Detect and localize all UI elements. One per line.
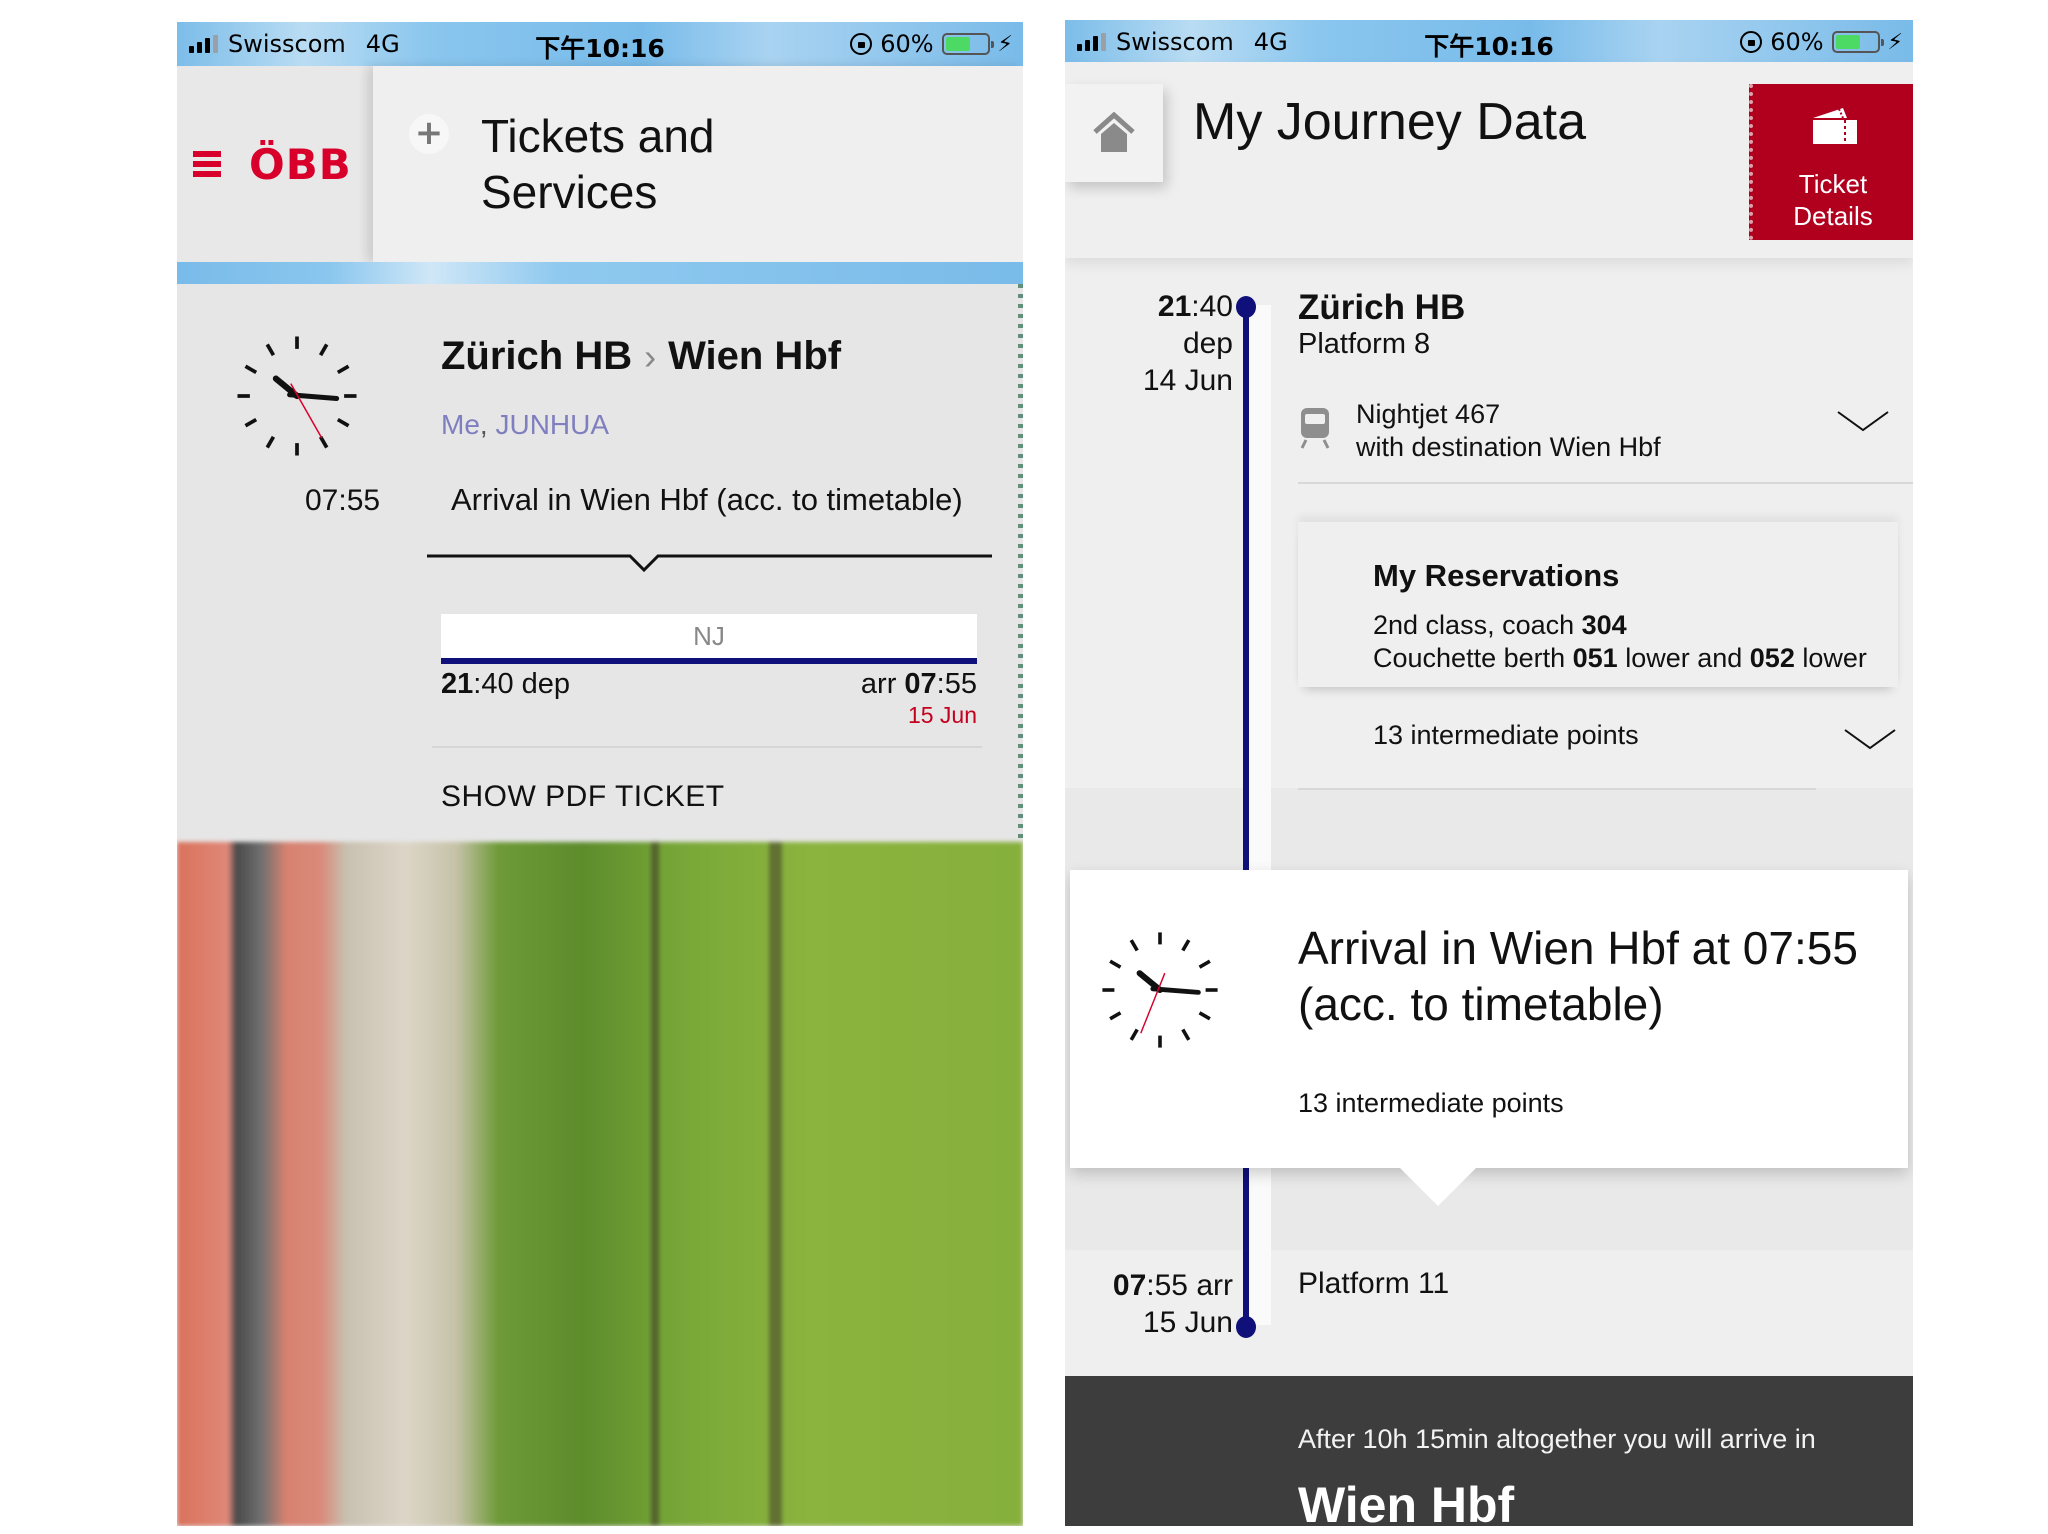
reservation-class: 2nd class, coach 304: [1373, 610, 1627, 640]
ticket-card[interactable]: 07:55 Zürich HB › Wien Hbf Me, JUNHUA Ar…: [177, 284, 1023, 842]
reservation-berths: Couchette berth 051 lower and 052 lower: [1373, 643, 1867, 673]
orientation-lock-icon: [1740, 31, 1763, 53]
arrival-platform: Platform 11: [1298, 1267, 1450, 1300]
ticket-details-line1: Ticket: [1798, 169, 1868, 199]
clock-tick: [318, 435, 329, 449]
clock-tick: [1129, 939, 1139, 952]
intermediate-points-toggle[interactable]: 13 intermediate points: [1373, 720, 1639, 751]
journey-data-screen: Swisscom 4G 下午10:16 60% ⚡︎ My Journey Da…: [1065, 20, 1913, 1526]
ticket-icon: [1813, 108, 1857, 144]
train-icon: [1300, 408, 1330, 449]
reservations-title: My Reservations: [1373, 558, 1620, 593]
chevron-down-icon[interactable]: [1843, 726, 1897, 754]
passenger-me: Me: [441, 409, 480, 440]
clock-tick: [1181, 1028, 1191, 1041]
ticket-perforation: [1018, 284, 1023, 842]
clock-tick: [265, 435, 276, 449]
clock-tick: [1109, 959, 1122, 969]
arrival-label: Arrival in Wien Hbf (acc. to timetable): [451, 482, 963, 517]
clock-tick: [318, 343, 329, 357]
arrival-date: 15 Jun: [1142, 1306, 1233, 1339]
battery-icon: [941, 33, 994, 55]
clock-tick: [336, 364, 350, 375]
battery-icon: [1831, 31, 1884, 53]
train-segment-bar: NJ: [441, 614, 977, 664]
departure-time: 21:40 dep: [441, 668, 571, 700]
divider: [432, 746, 982, 748]
passenger-list: Me, JUNHUA: [441, 409, 610, 440]
divider: [1298, 482, 1913, 484]
origin-station: Zürich HB: [441, 334, 633, 378]
clock-tick: [244, 417, 258, 428]
station-clock-icon: [1102, 932, 1218, 1048]
clock-tick: [1109, 1011, 1122, 1021]
station-clock-icon: [237, 336, 357, 456]
divider: [1298, 788, 1816, 790]
page-title-line1: Tickets and: [481, 110, 715, 162]
clock-tick: [265, 343, 276, 357]
timeline-line: [1243, 305, 1249, 1325]
chevron-down-icon[interactable]: [1836, 408, 1890, 436]
departure-date: 14 Jun: [1142, 364, 1233, 397]
clock-tick: [244, 364, 258, 375]
battery-percent: 60%: [1770, 28, 1824, 56]
journey-summary: After 10h 15min altogether you will arri…: [1065, 1376, 1913, 1526]
hamburger-menu-icon[interactable]: [193, 151, 221, 177]
clock-tick: [336, 417, 350, 428]
summary-destination: Wien Hbf: [1298, 1477, 1515, 1526]
timeline-track: [1249, 305, 1271, 1325]
route-title: Zürich HB › Wien Hbf: [441, 334, 841, 379]
battery-percent: 60%: [880, 30, 934, 58]
clock-tick: [1198, 959, 1211, 969]
arrival-time: 07:55: [305, 484, 381, 517]
train-name: Nightjet 467: [1356, 399, 1501, 429]
passenger-name: JUNHUA: [495, 409, 610, 440]
background-photo: [177, 842, 1023, 1526]
departure-platform: Platform 8: [1298, 328, 1431, 360]
plus-icon[interactable]: +: [409, 114, 449, 154]
ticket-details-button[interactable]: Ticket Details: [1749, 84, 1913, 240]
charging-bolt-icon: ⚡︎: [997, 31, 1013, 57]
summary-text: After 10h 15min altogether you will arri…: [1298, 1424, 1816, 1454]
card-pointer: [1400, 1168, 1476, 1206]
arrival-time-block: 07:55 arr 15 Jun: [1112, 1269, 1233, 1339]
arrival-card-title: Arrival in Wien Hbf at 07:55 (acc. to ti…: [1298, 922, 1858, 1030]
tickets-services-screen: Swisscom 4G 下午10:16 60% ⚡︎ ÖBB + Tickets…: [177, 22, 1023, 1526]
destination-station: Wien Hbf: [668, 334, 842, 378]
home-icon: [1093, 112, 1135, 152]
app-header: ÖBB + Tickets and Services: [177, 66, 1023, 262]
arrival-date: 15 Jun: [907, 702, 977, 728]
pointer-divider: [427, 554, 992, 573]
departure-time-block: 21:40 dep 14 Jun: [1142, 290, 1233, 397]
status-bar: Swisscom 4G 下午10:16 60% ⚡︎: [1065, 20, 1913, 64]
train-info-row[interactable]: Nightjet 467 with destination Wien Hbf: [1298, 398, 1898, 480]
clock-tick: [1198, 1011, 1211, 1021]
chevron-right-icon: ›: [644, 335, 657, 377]
arrival-card-intermediate-points: 13 intermediate points: [1298, 1088, 1564, 1118]
clock-tick: [1129, 1028, 1139, 1041]
charging-bolt-icon: ⚡︎: [1887, 29, 1903, 55]
timeline-end-dot: [1236, 1316, 1256, 1338]
page-title: My Journey Data: [1193, 93, 1587, 151]
page-title-line2: Services: [481, 166, 658, 218]
arrival-info-card: Arrival in Wien Hbf at 07:55 (acc. to ti…: [1070, 870, 1908, 1206]
arrival-time-label: arr 07:55: [860, 668, 977, 700]
reservations-panel: My Reservations 2nd class, coach 304 Cou…: [1298, 522, 1898, 687]
departure-label: dep: [1182, 327, 1233, 360]
status-bar: Swisscom 4G 下午10:16 60% ⚡︎: [177, 22, 1023, 66]
show-pdf-ticket-button[interactable]: SHOW PDF TICKET: [441, 780, 725, 814]
obb-logo[interactable]: ÖBB: [249, 140, 352, 189]
ticket-details-line2: Details: [1793, 201, 1873, 231]
page-title: Tickets and Services: [481, 108, 715, 220]
departure-station: Zürich HB: [1298, 288, 1466, 327]
clock-tick: [1181, 939, 1191, 952]
train-destination: with destination Wien Hbf: [1356, 432, 1661, 462]
header-band: [177, 262, 1023, 284]
timeline-start-dot: [1236, 296, 1256, 318]
orientation-lock-icon: [850, 33, 873, 55]
home-button[interactable]: [1065, 84, 1163, 182]
app-header: My Journey Data Ticket Details: [1065, 62, 1913, 258]
